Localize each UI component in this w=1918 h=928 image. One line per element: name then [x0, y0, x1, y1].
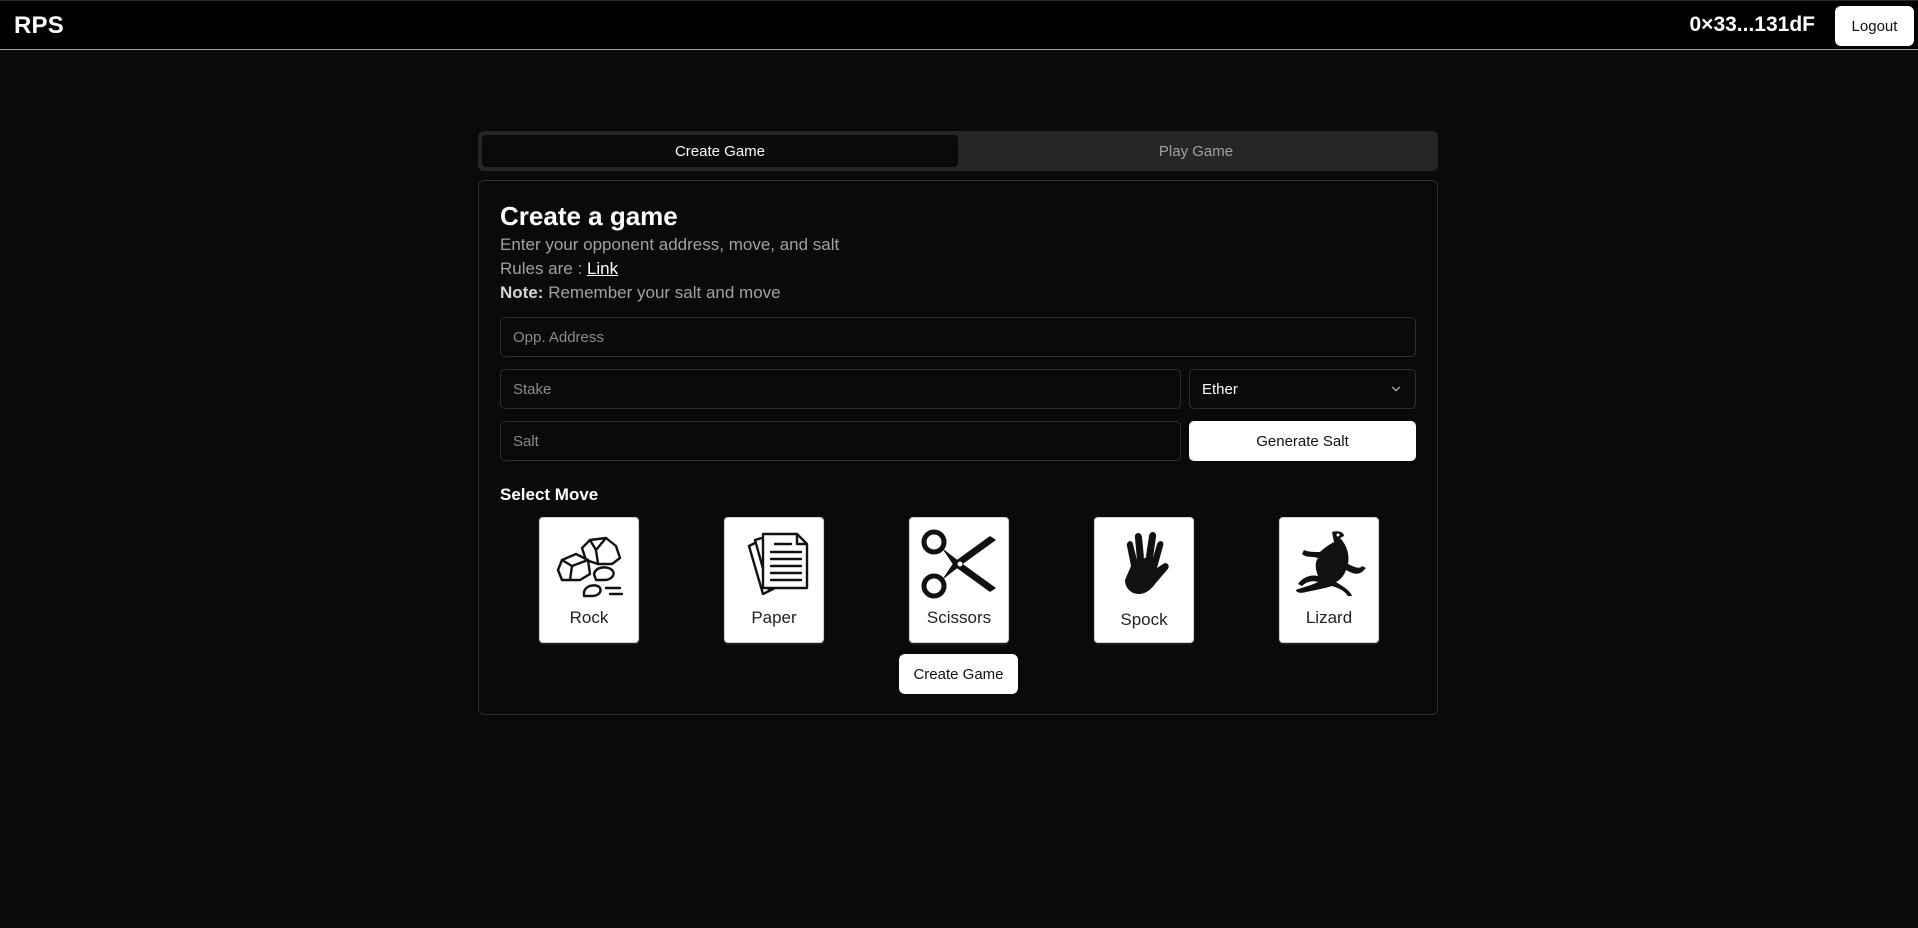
select-move-label: Select Move — [500, 485, 599, 504]
currency-selected-value: Ether — [1202, 380, 1238, 398]
stake-input[interactable] — [500, 369, 1181, 409]
card-description: Enter your opponent address, move, and s… — [500, 235, 840, 254]
tab-play-game[interactable]: Play Game — [958, 135, 1434, 167]
chevron-down-icon — [1391, 386, 1401, 392]
currency-select[interactable]: Ether — [1189, 369, 1416, 409]
app-brand[interactable]: RPS — [14, 12, 64, 40]
card-title: Create a game — [500, 201, 678, 231]
generate-salt-button[interactable]: Generate Salt — [1189, 421, 1416, 461]
rules-link[interactable]: Link — [587, 259, 618, 278]
wallet-address: 0×33...131dF — [1689, 13, 1816, 36]
game-tabs: Create Game Play Game — [478, 131, 1438, 171]
tab-create-game[interactable]: Create Game — [482, 135, 958, 167]
move-label-spock: Spock — [1120, 610, 1168, 629]
create-game-button[interactable]: Create Game — [899, 654, 1018, 694]
move-paper[interactable]: Paper — [724, 517, 824, 643]
create-game-card: Create a game Enter your opponent addres… — [478, 180, 1438, 715]
move-scissors[interactable]: Scissors — [909, 517, 1009, 643]
top-navbar: RPS 0×33...131dF Logout — [0, 0, 1918, 50]
move-label-paper: Paper — [751, 608, 797, 627]
rock-icon — [556, 536, 624, 598]
lizard-icon — [1296, 531, 1366, 596]
move-label-scissors: Scissors — [926, 608, 992, 627]
paper-icon — [747, 532, 809, 596]
note-text: Remember your salt and move — [548, 283, 781, 302]
logout-button[interactable]: Logout — [1835, 6, 1914, 46]
rules-prefix: Rules are : — [500, 259, 583, 278]
move-label-rock: Rock — [569, 608, 609, 627]
move-rock[interactable]: Rock — [539, 517, 639, 643]
salt-input[interactable] — [500, 421, 1181, 461]
rules-line: Rules are : Link — [500, 259, 618, 279]
note-label: Note: — [500, 283, 544, 302]
move-lizard[interactable]: Lizard — [1279, 517, 1379, 643]
scissors-icon — [921, 529, 996, 599]
opponent-address-input[interactable] — [500, 317, 1416, 357]
spock-hand-icon — [1125, 531, 1169, 594]
move-label-lizard: Lizard — [1305, 608, 1353, 627]
note-line: Note: Remember your salt and move — [500, 283, 781, 303]
move-spock[interactable]: Spock — [1094, 517, 1194, 643]
